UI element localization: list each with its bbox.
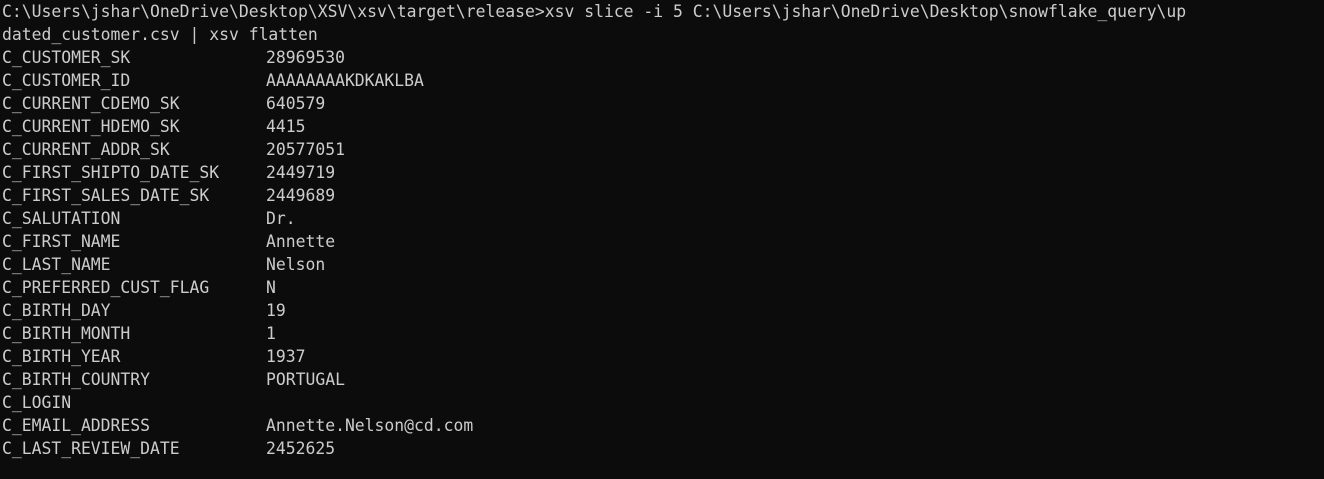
- field-value: AAAAAAAAKDKAKLBA: [266, 71, 424, 90]
- field-value: Annette.Nelson@cd.com: [266, 416, 474, 435]
- field-name: C_FIRST_SALES_DATE_SK: [2, 186, 210, 205]
- output-row: C_LOGIN: [2, 391, 1324, 414]
- field-name: C_LOGIN: [2, 393, 72, 412]
- field-name: C_CURRENT_CDEMO_SK: [2, 94, 180, 113]
- output-row: C_EMAIL_ADDRESS Annette.Nelson@cd.com: [2, 414, 1324, 437]
- terminal-window[interactable]: C:\Users\jshar\OneDrive\Desktop\XSV\xsv\…: [0, 0, 1324, 479]
- output-row: C_CUSTOMER_ID AAAAAAAAKDKAKLBA: [2, 69, 1324, 92]
- field-name: C_CURRENT_HDEMO_SK: [2, 117, 180, 136]
- output-row: C_FIRST_SALES_DATE_SK 2449689: [2, 184, 1324, 207]
- field-value: 1: [266, 324, 276, 343]
- field-name: C_SALUTATION: [2, 209, 121, 228]
- field-name: C_BIRTH_YEAR: [2, 347, 121, 366]
- field-value: 4415: [266, 117, 306, 136]
- field-value: 2449719: [266, 163, 336, 182]
- output-row: C_CURRENT_HDEMO_SK 4415: [2, 115, 1324, 138]
- field-name: C_LAST_NAME: [2, 255, 111, 274]
- field-value: 28969530: [266, 48, 345, 67]
- command-line-2: dated_customer.csv | xsv flatten: [2, 25, 318, 44]
- field-name: C_BIRTH_MONTH: [2, 324, 131, 343]
- field-name: C_FIRST_NAME: [2, 232, 121, 251]
- field-value: 640579: [266, 94, 326, 113]
- output-row: C_BIRTH_MONTH 1: [2, 322, 1324, 345]
- output-rows: C_CUSTOMER_SK 28969530 C_CUSTOMER_ID AAA…: [2, 46, 1324, 460]
- output-row: C_BIRTH_DAY 19: [2, 299, 1324, 322]
- field-value: Annette: [266, 232, 336, 251]
- output-row: C_BIRTH_COUNTRY PORTUGAL: [2, 368, 1324, 391]
- field-value: N: [266, 278, 276, 297]
- field-name: C_CUSTOMER_SK: [2, 48, 131, 67]
- field-value: 1937: [266, 347, 306, 366]
- field-value: 20577051: [266, 140, 345, 159]
- field-name: C_CUSTOMER_ID: [2, 71, 131, 90]
- field-value: PORTUGAL: [266, 370, 345, 389]
- output-row: C_CURRENT_ADDR_SK 20577051: [2, 138, 1324, 161]
- output-row: C_LAST_REVIEW_DATE 2452625: [2, 437, 1324, 460]
- field-value: 19: [266, 301, 286, 320]
- output-row: C_FIRST_NAME Annette: [2, 230, 1324, 253]
- command-line-1: C:\Users\jshar\OneDrive\Desktop\XSV\xsv\…: [2, 2, 1187, 21]
- field-name: C_CURRENT_ADDR_SK: [2, 140, 170, 159]
- field-name: C_LAST_REVIEW_DATE: [2, 439, 180, 458]
- output-row: C_SALUTATION Dr.: [2, 207, 1324, 230]
- output-row: C_CURRENT_CDEMO_SK 640579: [2, 92, 1324, 115]
- field-value: 2452625: [266, 439, 336, 458]
- field-value: Nelson: [266, 255, 326, 274]
- field-value: [266, 391, 1324, 414]
- output-row: C_LAST_NAME Nelson: [2, 253, 1324, 276]
- field-name: C_PREFERRED_CUST_FLAG: [2, 278, 210, 297]
- output-row: C_PREFERRED_CUST_FLAG N: [2, 276, 1324, 299]
- field-name: C_BIRTH_COUNTRY: [2, 370, 151, 389]
- field-value: 2449689: [266, 186, 336, 205]
- output-row: C_FIRST_SHIPTO_DATE_SK 2449719: [2, 161, 1324, 184]
- field-value: Dr.: [266, 209, 296, 228]
- field-name: C_FIRST_SHIPTO_DATE_SK: [2, 163, 220, 182]
- output-row: C_CUSTOMER_SK 28969530: [2, 46, 1324, 69]
- field-name: C_EMAIL_ADDRESS: [2, 416, 151, 435]
- field-name: C_BIRTH_DAY: [2, 301, 111, 320]
- output-row: C_BIRTH_YEAR 1937: [2, 345, 1324, 368]
